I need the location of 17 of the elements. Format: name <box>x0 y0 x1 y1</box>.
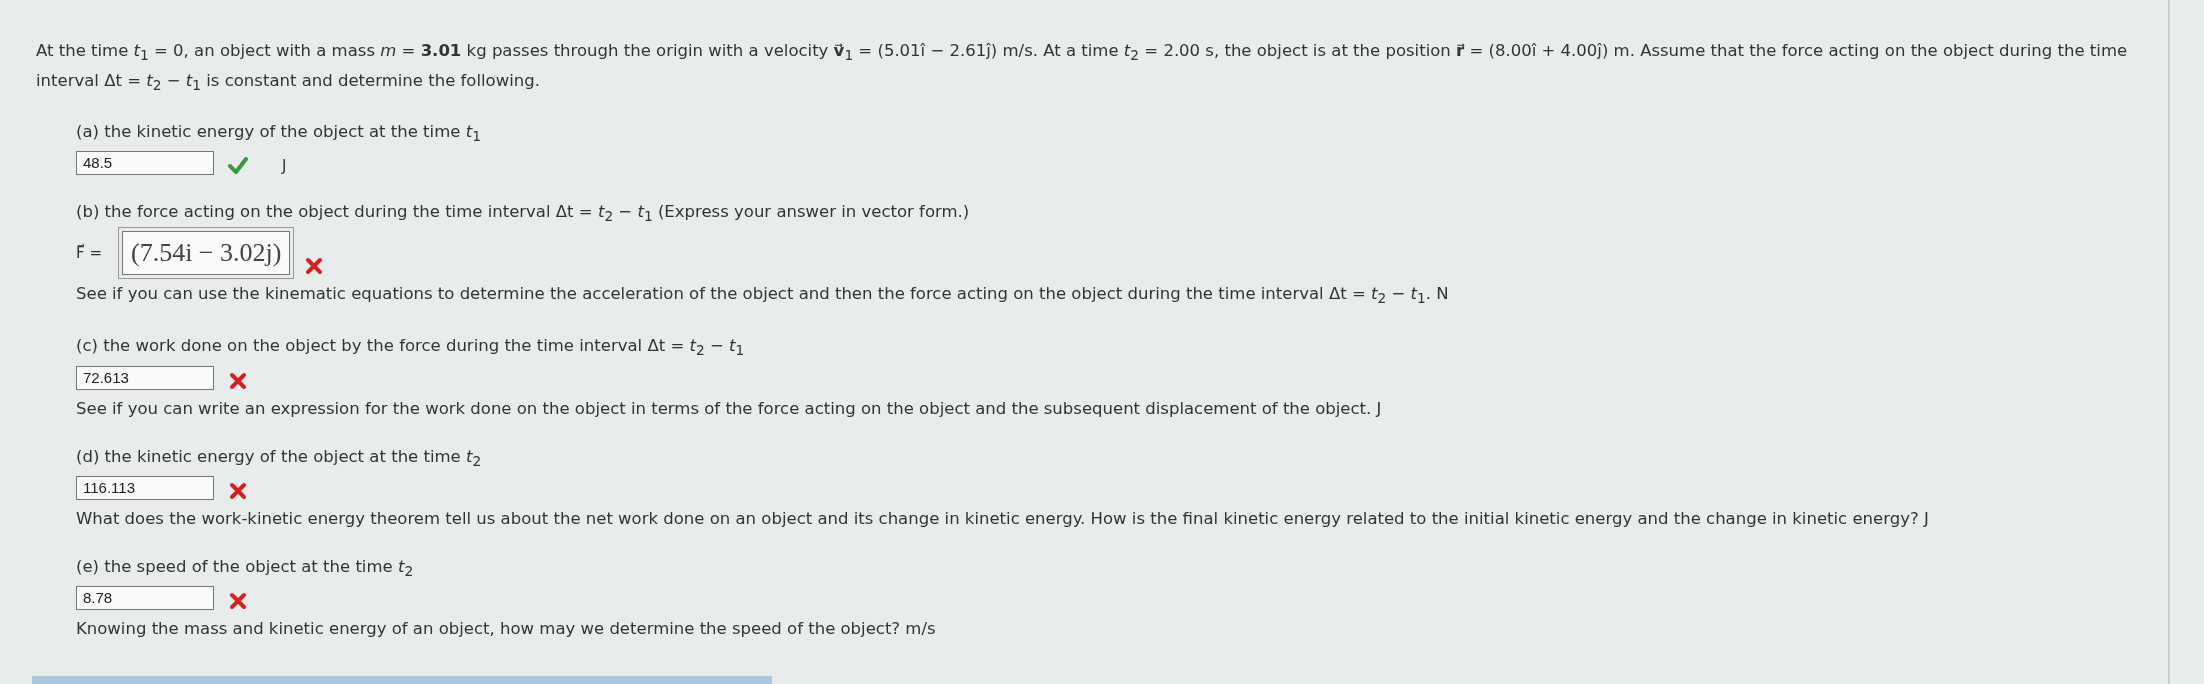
answer-field[interactable]: 72.613 <box>76 365 214 390</box>
hint-text: See if you can use the kinematic equations to determine the acceleration of the object and then the force acting on the object during the time interval Δt = t$_{2}$ − t$_{1}$. N <box>76 283 1450 309</box>
question-text: (c) the work done on the object by the force during the time interval Δt = t$_{2}$ − t$_{1}$ <box>76 335 746 361</box>
scrollbar[interactable] <box>32 676 772 684</box>
question-text: (d) the kinetic energy of the object at the time t$_{2}$ <box>76 445 483 472</box>
question-text: (e) the speed of the object at the time t$_{2}$ <box>76 556 415 582</box>
unit-label: J <box>282 156 287 175</box>
hint-text: Knowing the mass and kinetic energy of an object, how may we determine the speed of the object? m/s <box>76 618 937 641</box>
answer-field[interactable]: 116.113 <box>76 476 214 501</box>
problem-text: At the time t$_{1}$ = 0, an object with a mass m = 3.01 kg passes through the origin with a velocity v⃗$_{1}$ = (5.01î − 2.61ĵ) m/s. At a time t$_{2}$ = 2.00 s, the object is at the position r⃗ = (8.00î + 4.00ĵ) m. Assume that the force acting on the object during the time interval Δt = t$_{2}$ − t$_{1}$ is constant and determine the following. <box>36 40 2129 96</box>
answer-field[interactable]: 48.5 <box>76 150 214 175</box>
variable-label: F⃗ = <box>76 244 102 263</box>
question-text: (b) the force acting on the object during the time interval Δt = t$_{2}$ − t$_{1}$ (Express your answer in vector form.) <box>76 200 971 227</box>
question-text: (a) the kinetic energy of the object at the time t$_{1}$ <box>76 120 482 146</box>
hint-text: See if you can write an expression for the work done on the object in terms of the force acting on the object and the subsequent displacement of the object. J <box>76 397 1383 420</box>
hint-text: What does the work-kinetic energy theorem tell us about the net work done on an object and its change in kinetic energy. How is the final kinetic energy related to the initial kinetic energy and the change in kinetic energy? J <box>76 508 1930 531</box>
answer-field[interactable]: 8.78 <box>76 586 214 611</box>
